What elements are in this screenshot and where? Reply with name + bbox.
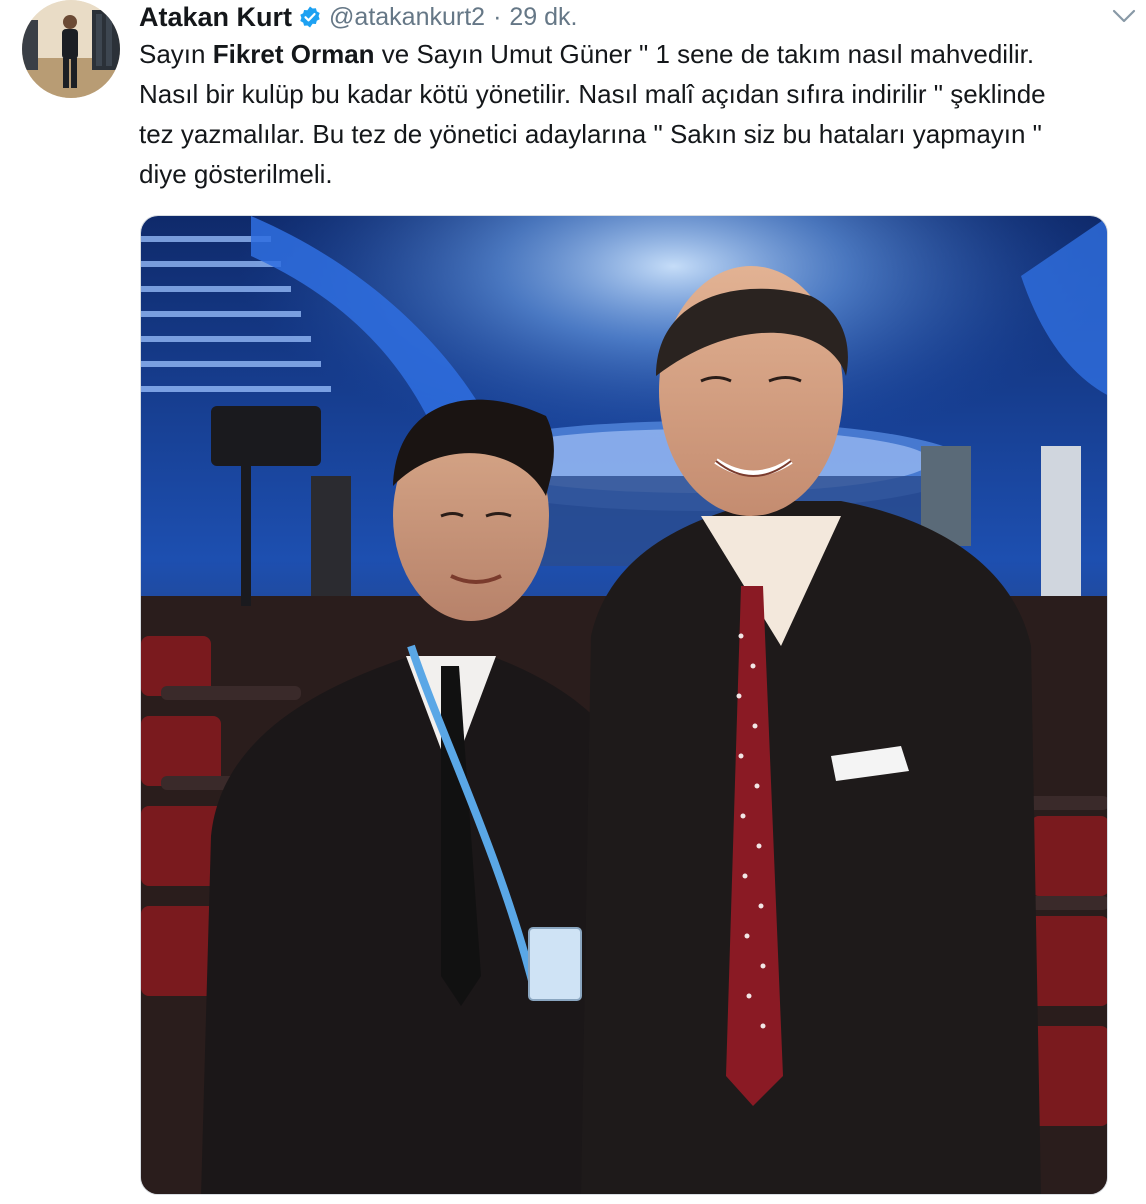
tweet: Atakan Kurt @atakankurt2 · 29 dk. Sayın … xyxy=(0,0,1146,1204)
text-segment: Sayın xyxy=(139,39,213,69)
mention-bold: Fikret Orman xyxy=(212,39,375,69)
tweet-text-line: diye gösterilmeli. xyxy=(139,154,1129,194)
text-segment: diye gösterilmeli. xyxy=(139,159,333,189)
text-segment: Nasıl bir kulüp bu kadar kötü yönetilir.… xyxy=(139,79,1046,109)
photo-image xyxy=(141,216,1107,1194)
tweet-photo[interactable] xyxy=(140,215,1108,1195)
tweet-text-line: tez yazmalılar. Bu tez de yönetici adayl… xyxy=(139,114,1129,154)
handle[interactable]: @atakankurt2 xyxy=(329,3,485,32)
tweet-text-line: Nasıl bir kulüp bu kadar kötü yönetilir.… xyxy=(139,74,1129,114)
separator-dot: · xyxy=(493,2,502,31)
tweet-text-line: Sayın Fikret Orman ve Sayın Umut Güner "… xyxy=(139,34,1129,74)
display-name[interactable]: Atakan Kurt xyxy=(139,2,292,33)
tweet-text: Sayın Fikret Orman ve Sayın Umut Güner "… xyxy=(139,34,1129,194)
text-segment: tez yazmalılar. Bu tez de yönetici adayl… xyxy=(139,119,1042,149)
tweet-header: Atakan Kurt @atakankurt2 · 29 dk. xyxy=(139,0,578,34)
timestamp[interactable]: 29 dk. xyxy=(509,3,577,32)
avatar-image xyxy=(22,0,120,98)
verified-badge-icon xyxy=(298,5,322,29)
chevron-down-icon[interactable] xyxy=(1110,6,1138,26)
text-segment: ve Sayın Umut Güner " 1 sene de takım na… xyxy=(374,39,1035,69)
avatar[interactable] xyxy=(22,0,120,98)
